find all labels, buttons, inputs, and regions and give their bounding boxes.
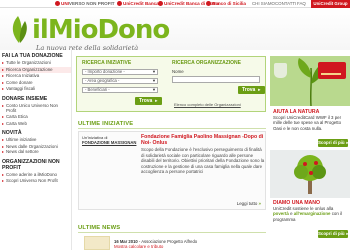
scopri-label: Scopri di più: [318, 140, 345, 145]
card-stripe: [321, 73, 341, 75]
diamo-una-mano-banner[interactable]: [270, 150, 350, 198]
unicredit-group-link[interactable]: UniCredit Group: [311, 0, 350, 8]
promo2-text-mid: alla: [326, 206, 334, 211]
search-panel: RICERCA INIZIATIVE - Importo donazione -…: [76, 56, 266, 112]
brand-suffix: VERSO NON PROFIT: [68, 1, 115, 6]
chevron-down-icon: ▼: [152, 87, 156, 92]
arrow-right-icon: ►: [154, 98, 159, 103]
brand-dot-icon: [206, 1, 211, 6]
faq-link[interactable]: FAQ: [297, 1, 306, 6]
iniziativa-org-link[interactable]: FONDAZIONE MASSIGNAN: [82, 140, 136, 145]
iniziativa-card: Un'iniziativa di FONDAZIONE MASSIGNAN Fo…: [78, 131, 266, 210]
top-bar: UNIVERSO NON PROFIT UniCredit Banca UniC…: [0, 0, 350, 8]
left-sidebar: FAI LA TUA DONAZIONE Tutte le Organizzaz…: [0, 50, 72, 250]
brand2-label: UniCredit Banca: [123, 1, 159, 6]
area-geografica-value: - Area geografica -: [85, 78, 120, 83]
elenco-organizzazioni-link[interactable]: Elenco completo delle Organizzazioni: [174, 102, 241, 107]
site-logo[interactable]: ilMioDono: [32, 15, 170, 45]
chi-siamo-link[interactable]: CHI SIAMO: [252, 1, 275, 6]
trova-label: Trova: [139, 98, 153, 104]
importo-donazione-select[interactable]: - Importo donazione - ▼: [82, 69, 158, 75]
cup-illustration: [274, 63, 287, 78]
promo2-text-and: e: [290, 211, 293, 217]
section-divider: [78, 128, 266, 129]
iniziativa-title-link[interactable]: Fondazione Famiglia Paolino Massignan -D…: [141, 134, 265, 146]
iniziativa-description: Scopo della Fondazione è l'esclusivo per…: [141, 147, 265, 175]
leggi-tutto-link[interactable]: Leggi tutto »: [237, 201, 261, 206]
brand-prefix: UNI: [61, 1, 69, 6]
nome-label: Nome: [172, 69, 184, 74]
arrow-right-icon: ►: [345, 232, 350, 236]
unicredit-banca-link[interactable]: UniCredit Banca: [117, 1, 159, 6]
sidebar-item-vantaggi-fiscali[interactable]: Vantaggi fiscali: [0, 86, 71, 93]
trova-organizzazione-button[interactable]: Trova ►: [238, 86, 266, 94]
ultime-news-heading: ULTIME NEWS: [78, 225, 121, 231]
nome-input[interactable]: [172, 76, 260, 83]
beneficiari-value: - Beneficiari -: [85, 87, 110, 92]
brand-dot-icon: [117, 1, 122, 6]
promo2-text-bold2: all'emarginazione: [293, 211, 331, 217]
sidebar-item-news-settore[interactable]: News dal settore: [0, 149, 71, 156]
tree-illustration: [294, 155, 326, 194]
banco-di-sicilia-link[interactable]: Banco di Sicilia: [206, 1, 246, 6]
sidebar-heading-novita: NOVITÀ: [2, 130, 22, 137]
ultime-iniziative-heading: ULTIME INIZIATIVE: [78, 121, 134, 127]
arrow-right-icon: ►: [257, 87, 262, 92]
site-header: ilMioDono La nuova rete della solidariet…: [0, 8, 350, 52]
ricerca-iniziative-title: RICERCA INIZIATIVE: [82, 60, 132, 66]
trova-iniziative-button[interactable]: Trova ►: [135, 97, 163, 105]
contatti-link[interactable]: CONTATTI: [275, 1, 296, 6]
chevron-down-icon: ▼: [152, 69, 156, 74]
credit-card-illustration: [318, 62, 346, 79]
diamo-una-mano-text: UniCredit sostiene le onlus alla povertà…: [273, 206, 349, 222]
area-geografica-select[interactable]: - Area geografica - ▼: [82, 78, 158, 84]
sidebar-item-conto-unico[interactable]: Conto Unico Universo Non Profit: [0, 103, 71, 115]
scopri-di-piu-button-1[interactable]: Scopri di più►: [318, 139, 350, 147]
trova-label: Trova: [242, 87, 256, 93]
news-thumbnail[interactable]: [84, 236, 110, 250]
wwf-card-banner[interactable]: [270, 56, 350, 106]
sidebar-item-carta-web[interactable]: Carta Web: [0, 121, 71, 128]
importo-donazione-value: - Importo donazione -: [85, 69, 125, 74]
sidebar-heading-donazione: FAI LA TUA DONAZIONE: [2, 53, 63, 59]
news-title-link[interactable]: Mostra calcolare e tributo: [114, 244, 163, 249]
aiuta-natura-text: Scopri UniCreditCard WWF il 3 per mille …: [273, 115, 342, 131]
sidebar-heading-organizzazioni: ORGANIZZAZIONI NON PROFIT: [2, 158, 60, 171]
sidebar-heading-donare-insieme: DONARE INSIEME: [2, 95, 48, 102]
ricerca-organizzazione-title: RICERCA ORGANIZZAZIONE: [172, 60, 241, 66]
promo2-text-prefix: UniCredit sostiene le onlus: [273, 206, 326, 211]
section-divider: [78, 232, 266, 233]
brand4-label: Banco di Sicilia: [212, 1, 246, 6]
arrow-right-icon: »: [258, 201, 261, 206]
scopri-label: Scopri di più: [318, 231, 345, 236]
brand-dot-icon: [158, 1, 163, 6]
beneficiari-select[interactable]: - Beneficiari - ▼: [82, 87, 158, 93]
sidebar-item-scopri-universo[interactable]: Scopri Universo Non Profit: [0, 178, 71, 184]
chevron-down-icon: ▼: [152, 78, 156, 83]
universo-non-profit-brand[interactable]: UNIVERSO NON PROFIT: [55, 1, 115, 6]
scopri-di-piu-button-2[interactable]: Scopri di più►: [318, 230, 350, 238]
brand-dot-icon: [55, 1, 60, 6]
leaf-logo-icon[interactable]: [8, 13, 30, 45]
arrow-right-icon: ►: [345, 141, 350, 145]
promo2-text-bold: povertà: [273, 211, 289, 217]
leggi-tutto-label: Leggi tutto: [236, 201, 258, 206]
